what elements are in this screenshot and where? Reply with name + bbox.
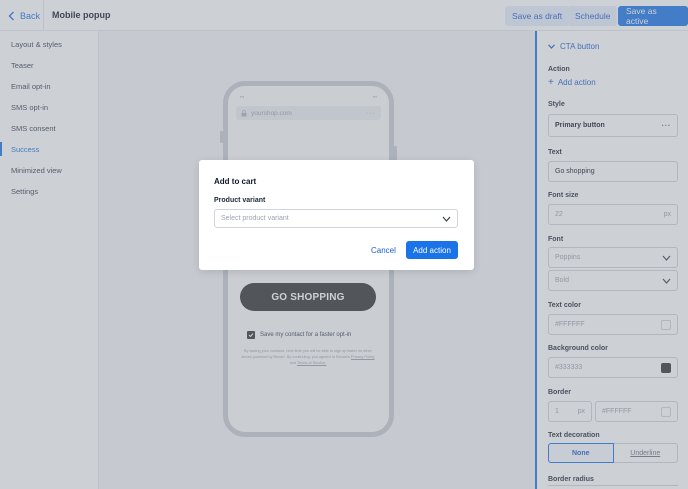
modal-title: Add to cart [214,177,257,186]
product-variant-placeholder: Select product variant [221,215,289,222]
product-variant-select[interactable]: Select product variant [214,209,458,228]
add-to-cart-modal: Add to cart Product variant Select produ… [199,160,474,270]
chevron-down-icon [442,216,451,222]
product-variant-label: Product variant [214,197,266,204]
add-action-button[interactable]: Add action [406,241,458,259]
cancel-button[interactable]: Cancel [371,241,396,259]
